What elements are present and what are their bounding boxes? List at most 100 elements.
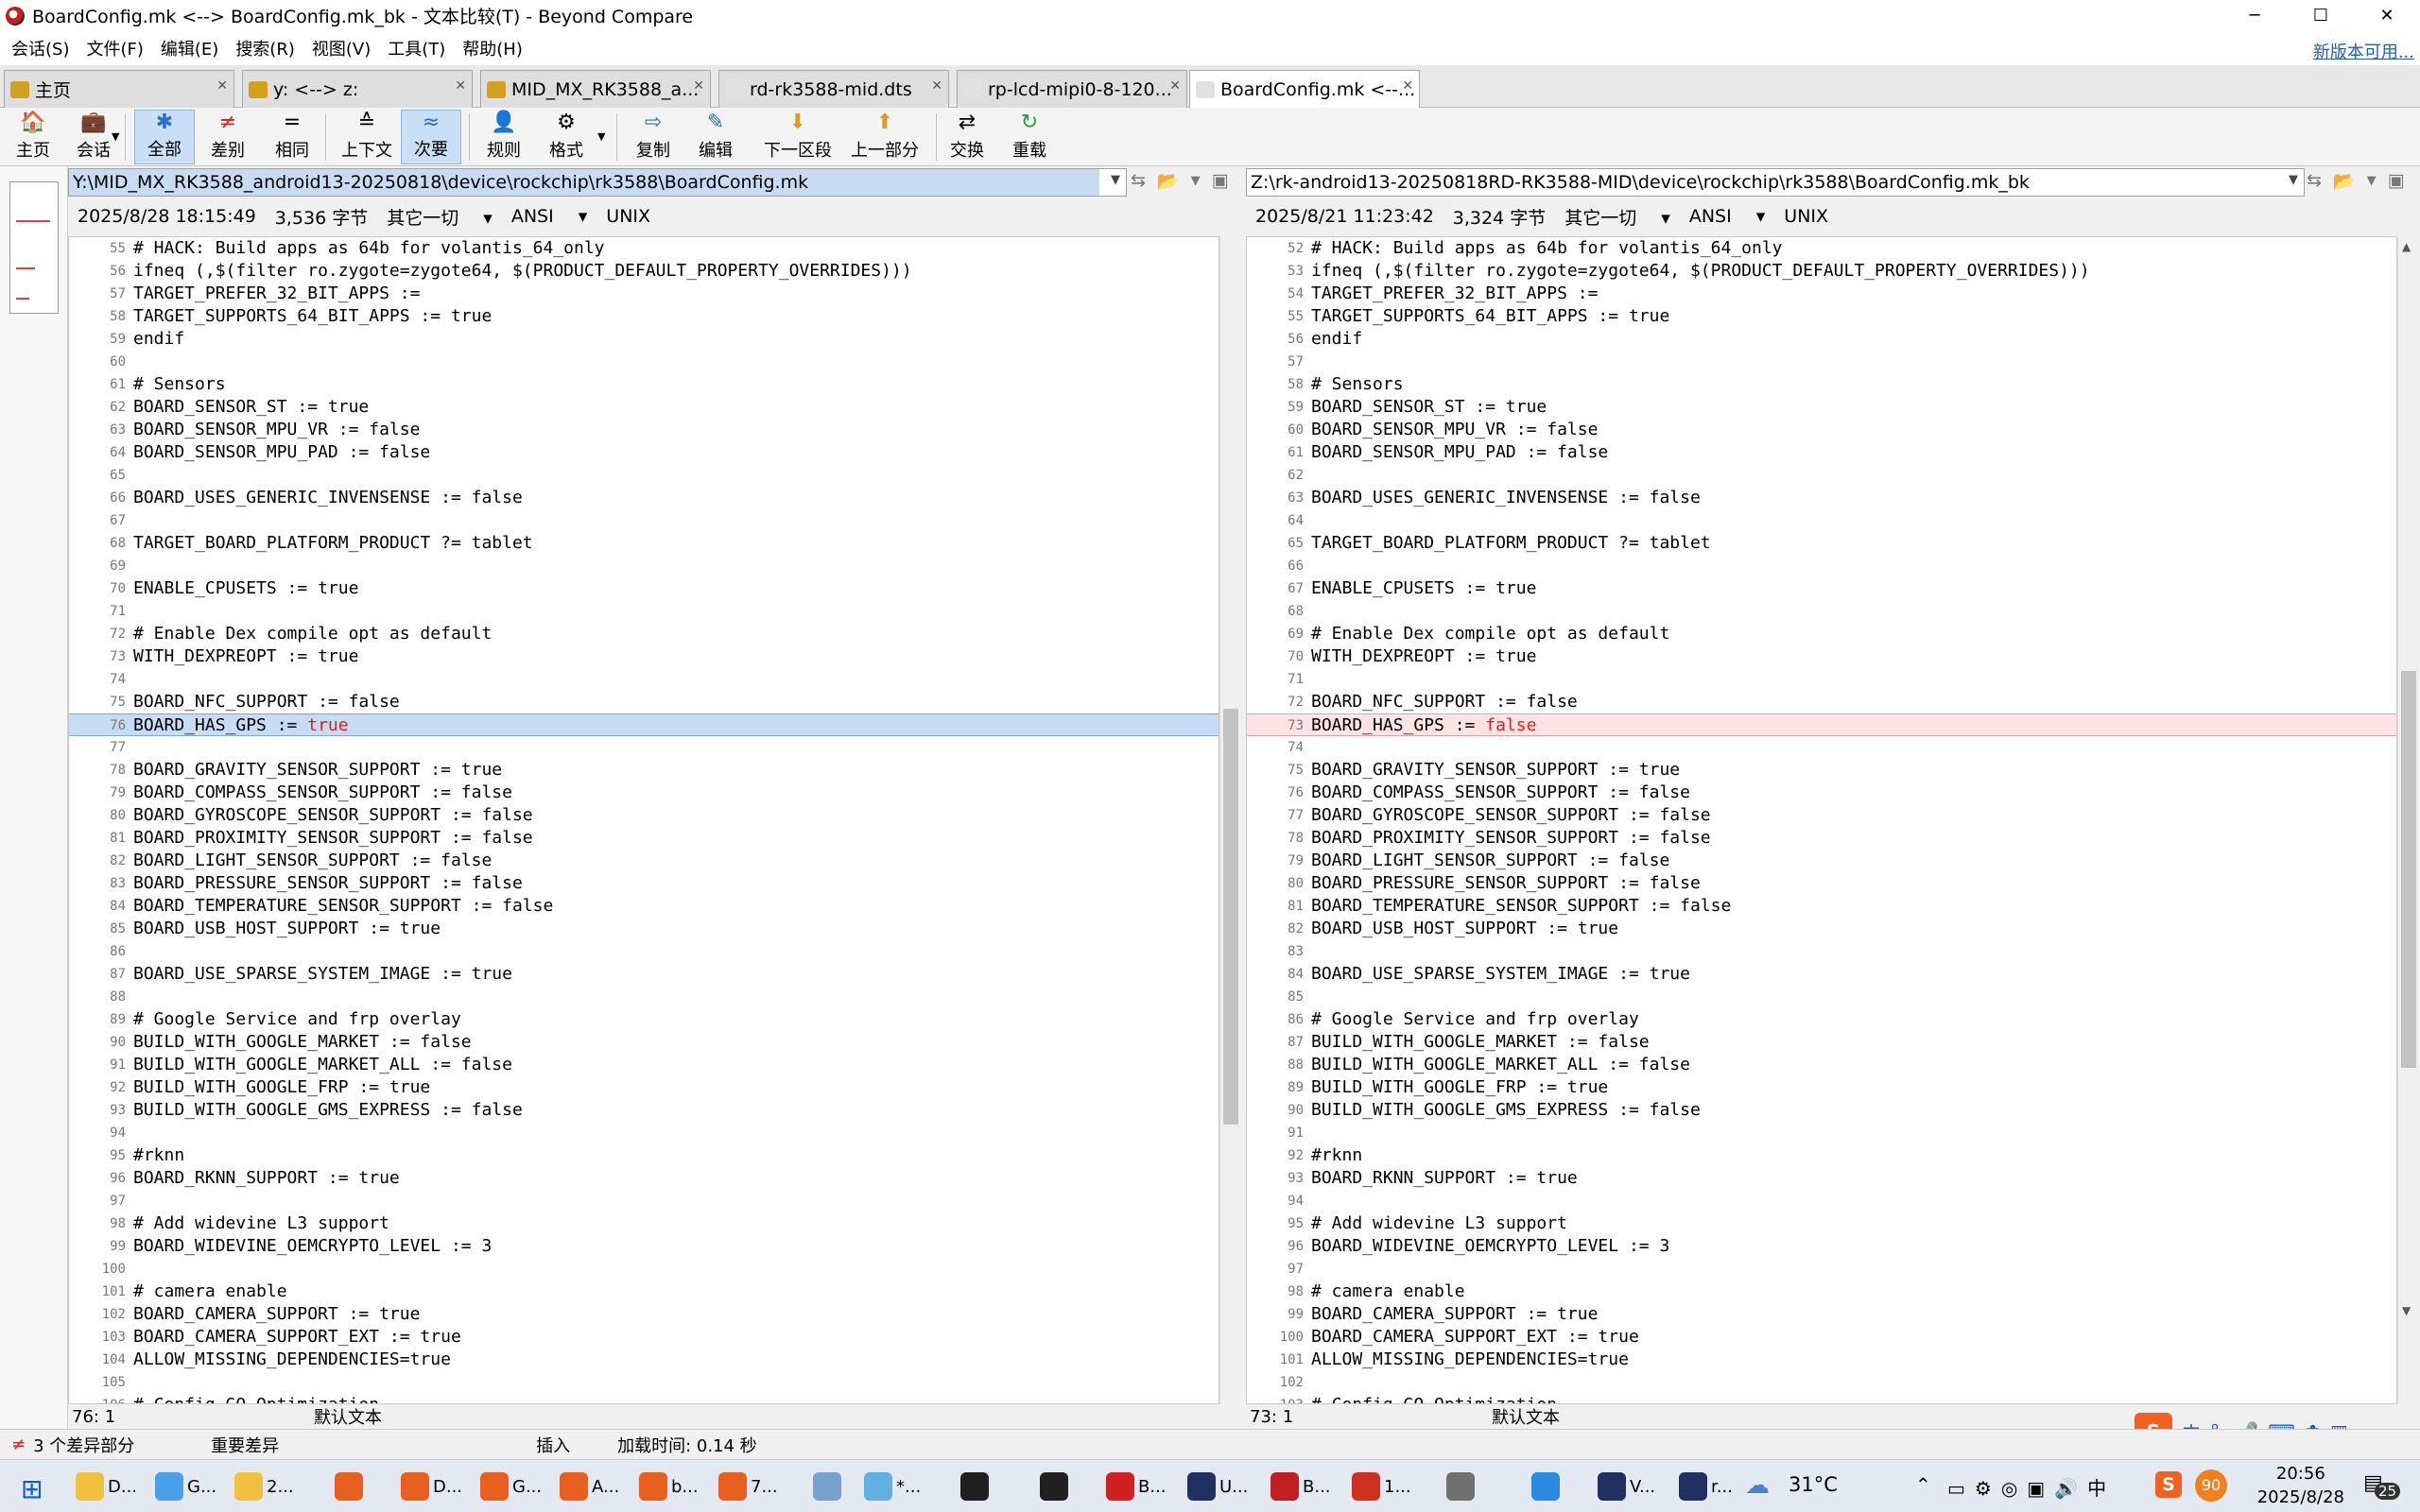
code-line[interactable]: 78 BOARD_PROXIMITY_SENSOR_SUPPORT := fals… [1247, 827, 2396, 850]
code-line[interactable]: 65 [69, 464, 1219, 487]
right-path-input[interactable]: Z:\rk-android13-20250818RD-RK3588-MID\de… [1247, 169, 2277, 196]
code-line[interactable]: 75 BOARD_NFC_SUPPORT := false [69, 691, 1219, 713]
code-line[interactable]: 72 # Enable Dex compile opt as default [69, 623, 1219, 645]
code-line[interactable]: 63 BOARD_SENSOR_MPU_VR := false [69, 419, 1219, 441]
left-scrollbar[interactable] [1219, 236, 1240, 1404]
copy-button[interactable]: ⇨ 复制 [628, 110, 679, 164]
swap-button[interactable]: ⇄ 交换 [942, 110, 993, 164]
code-line[interactable]: 64 BOARD_SENSOR_MPU_PAD := false [69, 441, 1219, 464]
diffs-button[interactable]: ≠ 差别 [202, 110, 253, 164]
taskbar-app[interactable] [813, 1468, 845, 1505]
code-line[interactable]: 97 [69, 1190, 1219, 1212]
code-line[interactable]: 98 # Add widevine L3 support [69, 1212, 1219, 1235]
taskbar-app[interactable]: 2... [234, 1468, 294, 1505]
tab-close-icon[interactable]: ✕ [693, 78, 704, 94]
code-line[interactable]: 93 BUILD_WITH_GOOGLE_GMS_EXPRESS := false [69, 1099, 1219, 1122]
taskbar-app[interactable]: A... [560, 1468, 619, 1505]
same-button[interactable]: = 相同 [267, 110, 318, 164]
code-line[interactable]: 103 # Config GO Optimization [1247, 1394, 2396, 1403]
code-line[interactable]: 66 BOARD_USES_GENERIC_INVENSENSE := false [69, 487, 1219, 509]
new-version-link[interactable]: 新版本可用... [2313, 39, 2414, 63]
code-line[interactable]: 77 [69, 736, 1219, 759]
code-line[interactable]: 59 BOARD_SENSOR_ST := true [1247, 396, 2396, 419]
code-line[interactable]: 81 BOARD_TEMPERATURE_SENSOR_SUPPORT := fa… [1247, 895, 2396, 918]
code-line[interactable]: 93 BOARD_RKNN_SUPPORT := true [1247, 1167, 2396, 1190]
notification-count[interactable]: 25 [2375, 1483, 2401, 1500]
code-line[interactable]: 71 [69, 600, 1219, 623]
code-line[interactable]: 85 [1247, 986, 2396, 1008]
code-line[interactable]: 66 [1247, 555, 2396, 577]
system-clock[interactable]: 20:56 2025/8/28 [2257, 1462, 2344, 1509]
code-line[interactable]: 52 # HACK: Build apps as 64b for volantis… [1247, 237, 2396, 260]
code-line[interactable]: 99 BOARD_WIDEVINE_OEMCRYPTO_LEVEL := 3 [69, 1235, 1219, 1258]
code-line[interactable]: 65 TARGET_BOARD_PLATFORM_PRODUCT ?= table… [1247, 532, 2396, 555]
tab-close-icon[interactable]: ✕ [1169, 78, 1181, 94]
code-line[interactable]: 74 [69, 668, 1219, 691]
code-line[interactable]: 98 # camera enable [1247, 1280, 2396, 1303]
right-eol-label[interactable]: UNIX [1784, 206, 1828, 227]
code-line[interactable]: 57 TARGET_PREFER_32_BIT_APPS := [69, 283, 1219, 305]
right-path-field[interactable]: Z:\rk-android13-20250818RD-RK3588-MID\de… [1246, 168, 2305, 197]
code-line[interactable]: 94 [69, 1122, 1219, 1144]
taskbar-app[interactable]: B... [1106, 1468, 1167, 1505]
diff-overview-pane[interactable] [0, 166, 68, 1429]
close-button[interactable]: ✕ [2354, 0, 2420, 31]
temperature-label[interactable]: 31°C [1789, 1473, 1838, 1496]
code-line[interactable]: 102 BOARD_CAMERA_SUPPORT := true [69, 1303, 1219, 1326]
code-line[interactable]: 92 BUILD_WITH_GOOGLE_FRP := true [69, 1076, 1219, 1099]
code-line[interactable]: 82 BOARD_LIGHT_SENSOR_SUPPORT := false [69, 850, 1219, 872]
menu-file[interactable]: 文件(F) [80, 36, 148, 60]
code-line[interactable]: 68 [1247, 600, 2396, 623]
code-line[interactable]: 104 ALLOW_MISSING_DEPENDENCIES=true [69, 1349, 1219, 1371]
code-line[interactable]: 91 [1247, 1122, 2396, 1144]
code-line[interactable]: 102 [1247, 1371, 2396, 1394]
reload-button[interactable]: ↻ 重载 [1004, 110, 1055, 164]
left-scroll-thumb[interactable] [1223, 709, 1238, 1125]
code-line[interactable]: 61 BOARD_SENSOR_MPU_PAD := false [1247, 441, 2396, 464]
code-line[interactable]: 76 BOARD_HAS_GPS := true [69, 713, 1219, 736]
code-line[interactable]: 99 BOARD_CAMERA_SUPPORT := true [1247, 1303, 2396, 1326]
code-line[interactable]: 60 [69, 351, 1219, 373]
code-line[interactable]: 88 BUILD_WITH_GOOGLE_MARKET_ALL := false [1247, 1054, 2396, 1076]
code-line[interactable]: 91 BUILD_WITH_GOOGLE_MARKET_ALL := false [69, 1054, 1219, 1076]
menu-help[interactable]: 帮助(H) [457, 36, 528, 60]
chevron-down-icon[interactable]: ▼ [1191, 170, 1201, 192]
sogou-tray-icon[interactable]: S [2155, 1471, 2182, 1498]
prev-section-button[interactable]: ⬆ 上一部分 [843, 110, 926, 164]
open-folder-icon[interactable]: 📂 [2333, 170, 2356, 192]
taskbar-app[interactable] [1040, 1468, 1072, 1505]
minor-button[interactable]: ≈ 次要 [401, 110, 461, 164]
left-text-mode[interactable]: 默认文本 [314, 1404, 382, 1429]
code-line[interactable]: 83 [1247, 940, 2396, 963]
code-line[interactable]: 100 BOARD_CAMERA_SUPPORT_EXT := true [1247, 1326, 2396, 1349]
scroll-down-icon[interactable]: ▼ [2402, 1304, 2411, 1317]
code-line[interactable]: 84 BOARD_USE_SPARSE_SYSTEM_IMAGE := true [1247, 963, 2396, 986]
dropdown-icon[interactable]: ▼ [112, 130, 119, 143]
tab-1[interactable]: y: <--> z: ✕ [242, 70, 473, 108]
format-button[interactable]: ⚙ 格式 [539, 110, 594, 164]
menu-tools[interactable]: 工具(T) [382, 36, 451, 60]
code-line[interactable]: 62 BOARD_SENSOR_ST := true [69, 396, 1219, 419]
right-other-select[interactable]: 其它一切 ▾ [1564, 204, 1670, 230]
tab-close-icon[interactable]: ✕ [931, 78, 942, 94]
code-line[interactable]: 90 BUILD_WITH_GOOGLE_MARKET := false [69, 1031, 1219, 1054]
code-line[interactable]: 87 BUILD_WITH_GOOGLE_MARKET := false [1247, 1031, 2396, 1054]
taskbar-app[interactable]: U... [1187, 1468, 1248, 1505]
edit-button[interactable]: ✎ 编辑 [690, 110, 741, 164]
code-line[interactable]: 86 # Google Service and frp overlay [1247, 1008, 2396, 1031]
swap-arrow-icon[interactable]: ⇆ [1131, 170, 1146, 192]
code-line[interactable]: 70 WITH_DEXPREOPT := true [1247, 645, 2396, 668]
code-line[interactable]: 68 TARGET_BOARD_PLATFORM_PRODUCT ?= table… [69, 532, 1219, 555]
code-line[interactable]: 96 BOARD_WIDEVINE_OEMCRYPTO_LEVEL := 3 [1247, 1235, 2396, 1258]
tray-badge[interactable]: 90 [2195, 1469, 2227, 1502]
code-line[interactable]: 58 TARGET_SUPPORTS_64_BIT_APPS := true [69, 305, 1219, 328]
code-line[interactable]: 63 BOARD_USES_GENERIC_INVENSENSE := false [1247, 487, 2396, 509]
scroll-up-icon[interactable]: ▲ [2402, 240, 2411, 253]
left-path-field[interactable]: Y:\MID_MX_RK3588_android13-20250818\devi… [68, 168, 1127, 197]
left-text-pane[interactable]: 55 # HACK: Build apps as 64b for volantis… [68, 236, 1219, 1404]
taskbar-app[interactable] [1446, 1468, 1478, 1505]
menu-search[interactable]: 搜索(R) [230, 36, 301, 60]
tab-close-icon[interactable]: ✕ [216, 78, 228, 94]
code-line[interactable]: 76 BOARD_COMPASS_SENSOR_SUPPORT := false [1247, 782, 2396, 804]
taskbar-app[interactable] [335, 1468, 367, 1505]
